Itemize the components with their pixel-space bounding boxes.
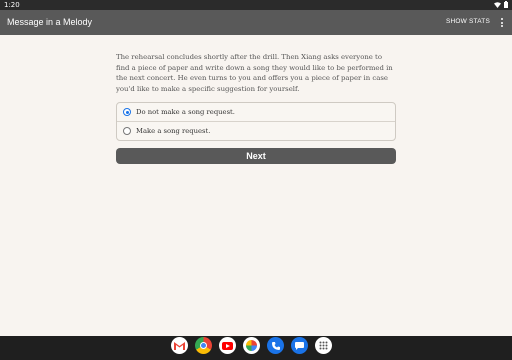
story-content: The rehearsal concludes shortly after th…: [116, 52, 396, 164]
radio-selected-icon[interactable]: [123, 108, 131, 116]
app-dock: [171, 337, 332, 354]
clock: 1:20: [4, 1, 20, 9]
choice-option-make-request[interactable]: Make a song request.: [117, 121, 395, 140]
chrome-icon[interactable]: [195, 337, 212, 354]
radio-unselected-icon[interactable]: [123, 127, 131, 135]
show-stats-button[interactable]: SHOW STATS: [446, 18, 490, 25]
choice-option-no-request[interactable]: Do not make a song request.: [117, 103, 395, 121]
gmail-icon[interactable]: [171, 337, 188, 354]
phone-icon[interactable]: [267, 337, 284, 354]
app-title: Message in a Melody: [7, 17, 93, 27]
youtube-icon[interactable]: [219, 337, 236, 354]
messages-icon[interactable]: [291, 337, 308, 354]
choice-list: Do not make a song request. Make a song …: [116, 102, 396, 141]
photos-icon[interactable]: [243, 337, 260, 354]
status-bar: 1:20: [0, 0, 512, 10]
taskbar: [0, 336, 512, 360]
overflow-menu-icon[interactable]: [500, 18, 504, 28]
app-drawer-icon[interactable]: [315, 337, 332, 354]
app-bar: Message in a Melody SHOW STATS: [0, 10, 512, 35]
next-button[interactable]: Next: [116, 148, 396, 164]
battery-icon: [504, 1, 508, 8]
wifi-icon: [494, 1, 501, 8]
story-passage: The rehearsal concludes shortly after th…: [116, 53, 393, 93]
choice-label: Make a song request.: [136, 127, 211, 135]
status-icons: [494, 1, 508, 8]
choice-label: Do not make a song request.: [136, 108, 235, 116]
